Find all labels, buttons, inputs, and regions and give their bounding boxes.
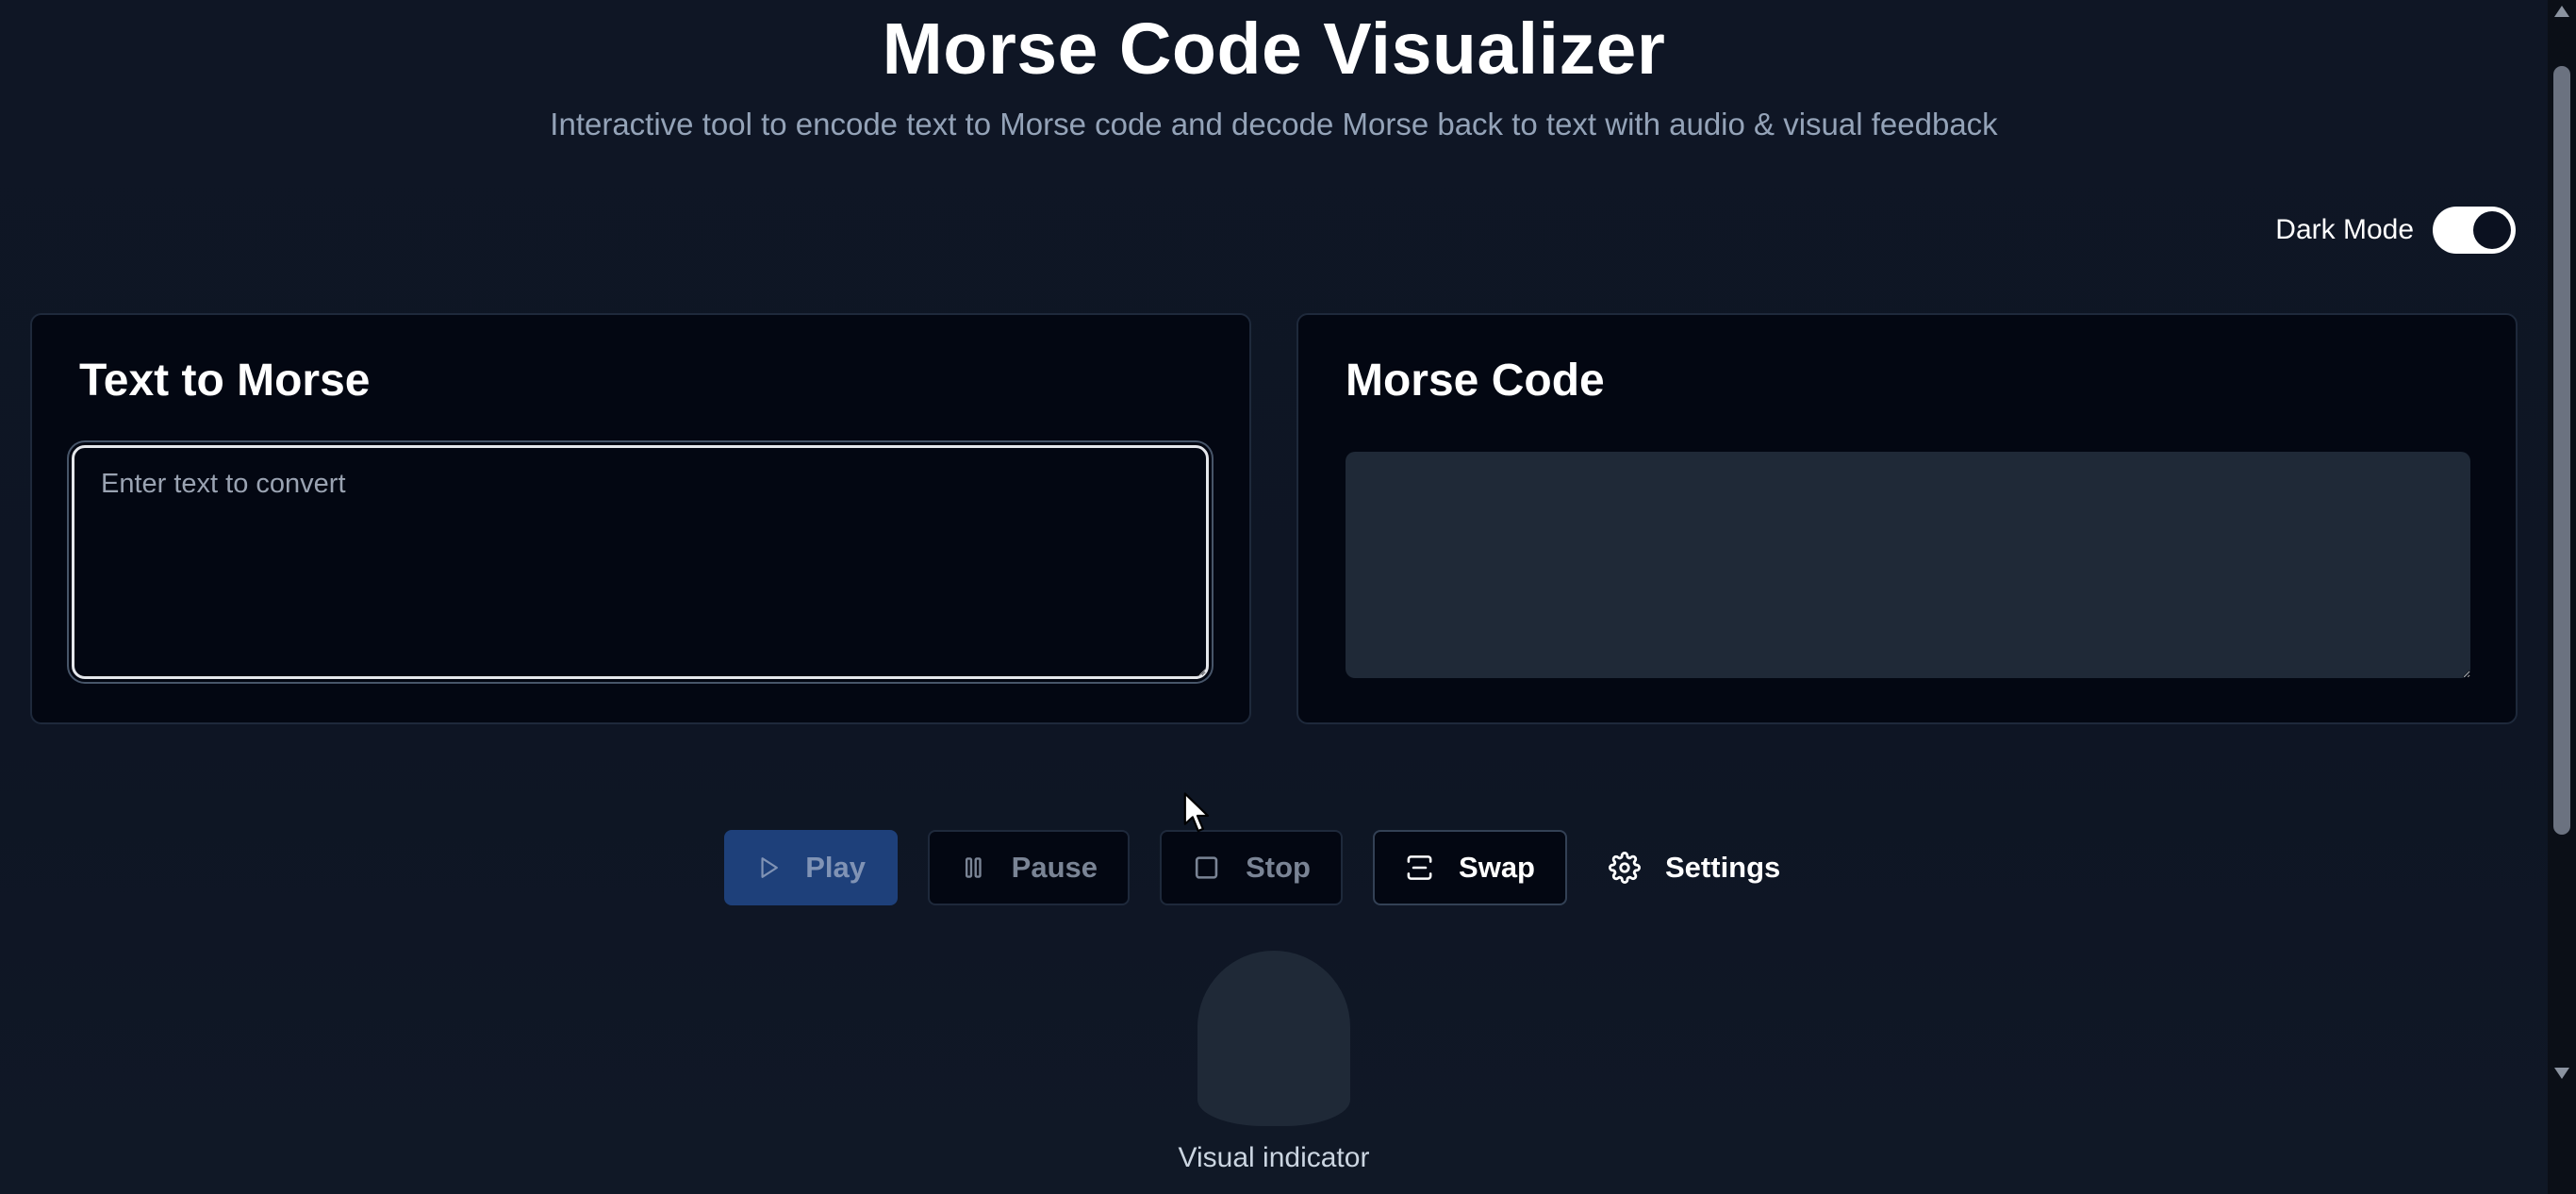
settings-button[interactable]: Settings [1597, 830, 1792, 905]
page-title: Morse Code Visualizer [882, 8, 1666, 90]
dark-mode-control: Dark Mode [2275, 206, 2516, 255]
pause-label: Pause [1011, 851, 1098, 884]
stop-button[interactable]: Stop [1160, 830, 1343, 905]
play-button[interactable]: Play [724, 830, 898, 905]
morse-panel-title: Morse Code [1346, 356, 1605, 406]
text-to-morse-panel: Text to Morse [30, 313, 1251, 724]
scroll-down-arrow-icon[interactable] [2554, 1068, 2569, 1079]
mouse-cursor-icon [1183, 792, 1210, 833]
play-label: Play [805, 851, 866, 884]
toggle-knob [2473, 211, 2511, 249]
morse-output[interactable] [1346, 452, 2470, 678]
scroll-thumb[interactable] [2553, 66, 2570, 835]
dark-mode-toggle[interactable] [2433, 207, 2516, 254]
scroll-up-arrow-icon[interactable] [2554, 6, 2569, 17]
visual-indicator-label: Visual indicator [1178, 1142, 1370, 1173]
settings-label: Settings [1665, 851, 1781, 884]
pause-button[interactable]: Pause [928, 830, 1130, 905]
stop-label: Stop [1246, 851, 1311, 884]
page-subtitle: Interactive tool to encode text to Morse… [550, 107, 1998, 141]
dark-mode-label: Dark Mode [2275, 214, 2414, 245]
swap-icon [1407, 855, 1432, 880]
visual-indicator-light [1197, 951, 1350, 1126]
play-icon [761, 857, 778, 878]
app-page: Morse Code Visualizer Interactive tool t… [0, 0, 2576, 1194]
playback-controls: Play Pause Stop Swap Settings [724, 830, 1792, 905]
morse-code-panel: Morse Code [1296, 313, 2518, 724]
page-scrollbar[interactable] [2548, 0, 2576, 1194]
text-panel-title: Text to Morse [79, 356, 371, 406]
gear-icon [1609, 852, 1641, 884]
text-input[interactable] [72, 445, 1209, 679]
swap-button[interactable]: Swap [1373, 830, 1567, 905]
pause-icon [965, 857, 982, 878]
stop-icon [1195, 856, 1218, 879]
swap-label: Swap [1459, 851, 1535, 884]
